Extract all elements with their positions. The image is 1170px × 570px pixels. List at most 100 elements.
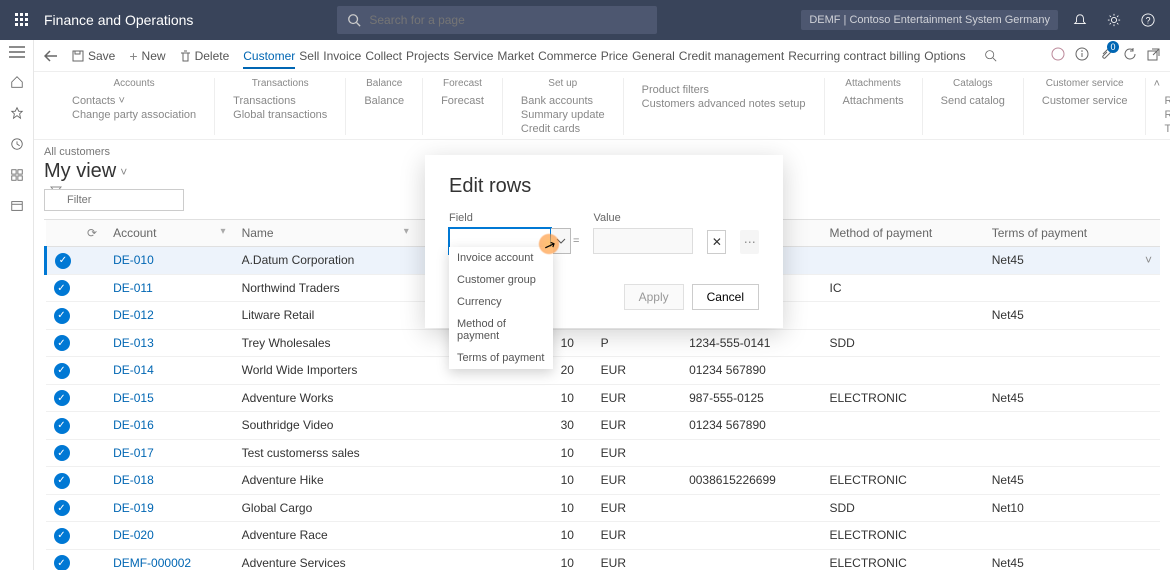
account-link[interactable]: DE-012	[113, 308, 154, 322]
workspaces-icon[interactable]	[10, 199, 24, 216]
tab-market[interactable]: Market	[497, 49, 534, 63]
account-link[interactable]: DE-011	[113, 281, 153, 295]
back-button[interactable]	[44, 50, 58, 62]
column-header[interactable]	[46, 220, 80, 247]
search-commands-icon[interactable]	[984, 49, 997, 62]
ribbon-item[interactable]: Customers advanced notes setup	[642, 98, 806, 110]
account-link[interactable]: DE-013	[113, 336, 154, 350]
ribbon-item[interactable]: Bank accounts	[521, 95, 605, 107]
dropdown-option[interactable]: Terms of payment	[449, 347, 553, 369]
row-select-checkbox[interactable]: ✓	[54, 280, 70, 296]
ribbon-item[interactable]: Contacts ˅	[72, 95, 196, 107]
refresh-column-icon[interactable]: ⟳	[87, 226, 97, 240]
table-row[interactable]: ✓DE-018Adventure Hike10EUR0038615226699E…	[46, 467, 1161, 495]
dropdown-option[interactable]: Customer group	[449, 269, 553, 291]
row-select-checkbox[interactable]: ✓	[54, 390, 70, 406]
tab-recurring-contract-billing[interactable]: Recurring contract billing	[788, 49, 920, 63]
ribbon-item[interactable]: Summary update	[521, 109, 605, 121]
table-row[interactable]: ✓DE-013Trey Wholesales10P1234-555-0141SD…	[46, 329, 1161, 357]
table-row[interactable]: ✓DE-014World Wide Importers20EUR01234 56…	[46, 357, 1161, 385]
column-header[interactable]: Name▾	[234, 220, 417, 247]
save-button[interactable]: Save	[72, 49, 115, 63]
table-row[interactable]: ✓DE-015Adventure Works10EUR987-555-0125E…	[46, 384, 1161, 412]
row-select-checkbox[interactable]: ✓	[54, 528, 70, 544]
ribbon-item[interactable]: Balance	[364, 95, 404, 107]
ribbon-item[interactable]: Registration ID search	[1164, 109, 1170, 121]
column-header[interactable]: ⟳	[79, 220, 105, 247]
ribbon-item[interactable]: Transactions	[233, 95, 327, 107]
dropdown-option[interactable]: Method of payment	[449, 313, 553, 347]
column-header[interactable]: Method of payment	[821, 220, 983, 247]
account-link[interactable]: DE-014	[113, 363, 154, 377]
recent-icon[interactable]	[10, 137, 24, 154]
ribbon-item[interactable]: Global transactions	[233, 109, 327, 121]
delete-button[interactable]: Delete	[180, 49, 230, 63]
more-options-button[interactable]: ⋯	[740, 230, 759, 254]
column-header[interactable]: Terms of payment	[984, 220, 1136, 247]
table-row[interactable]: ✓DE-016Southridge Video30EUR01234 567890	[46, 412, 1161, 440]
favorite-icon[interactable]	[10, 106, 24, 123]
row-select-checkbox[interactable]: ✓	[54, 308, 70, 324]
settings-icon[interactable]	[1102, 13, 1126, 27]
dropdown-option[interactable]: Currency	[449, 291, 553, 313]
tab-general[interactable]: General	[632, 49, 675, 63]
column-header[interactable]	[1136, 220, 1160, 247]
tab-collect[interactable]: Collect	[365, 49, 402, 63]
row-select-checkbox[interactable]: ✓	[54, 473, 70, 489]
popout-icon[interactable]	[1147, 48, 1160, 64]
value-input[interactable]	[593, 228, 693, 254]
row-select-checkbox[interactable]: ✓	[54, 418, 70, 434]
account-link[interactable]: DEMF-000002	[113, 556, 191, 570]
hamburger-icon[interactable]	[9, 46, 25, 61]
ribbon-item[interactable]: Registration IDs	[1164, 95, 1170, 107]
collapse-ribbon-icon[interactable]: ˄	[1154, 78, 1160, 90]
tab-invoice[interactable]: Invoice	[323, 49, 361, 63]
refresh-icon[interactable]	[1123, 47, 1137, 64]
ribbon-item[interactable]: Customer service	[1042, 95, 1128, 107]
global-search[interactable]	[337, 6, 657, 34]
table-row[interactable]: ✓DE-019Global Cargo10EURSDDNet10	[46, 494, 1161, 522]
account-link[interactable]: DE-015	[113, 391, 154, 405]
column-header[interactable]: Account▾	[105, 220, 234, 247]
tab-projects[interactable]: Projects	[406, 49, 449, 63]
home-icon[interactable]	[10, 75, 24, 92]
global-search-input[interactable]	[369, 13, 647, 27]
ribbon-item[interactable]: Credit cards	[521, 123, 605, 135]
remove-row-button[interactable]: ✕	[707, 230, 726, 254]
info-icon[interactable]	[1075, 47, 1089, 64]
tab-service[interactable]: Service	[453, 49, 493, 63]
new-button[interactable]: +New	[129, 48, 165, 64]
dropdown-option[interactable]: Invoice account	[449, 247, 553, 269]
filter-column-icon[interactable]: ▾	[404, 226, 409, 237]
tab-options[interactable]: Options	[924, 49, 965, 63]
account-link[interactable]: DE-018	[113, 473, 154, 487]
field-dropdown-button[interactable]	[551, 228, 571, 254]
ribbon-item[interactable]: Send catalog	[941, 95, 1005, 107]
tab-commerce[interactable]: Commerce	[538, 49, 597, 63]
tab-sell[interactable]: Sell	[299, 49, 319, 63]
account-link[interactable]: DE-017	[113, 446, 154, 460]
table-row[interactable]: ✓DE-020Adventure Race10EURELECTRONIC	[46, 522, 1161, 550]
account-link[interactable]: DE-019	[113, 501, 154, 515]
account-link[interactable]: DE-010	[113, 253, 154, 267]
tab-credit-management[interactable]: Credit management	[679, 49, 784, 63]
row-select-checkbox[interactable]: ✓	[54, 335, 70, 351]
account-link[interactable]: DE-016	[113, 418, 154, 432]
chevron-down-icon[interactable]: ˅	[1145, 253, 1152, 267]
filter-input[interactable]	[44, 189, 184, 211]
row-select-checkbox[interactable]: ✓	[55, 253, 71, 269]
modules-icon[interactable]	[10, 168, 24, 185]
row-select-checkbox[interactable]: ✓	[54, 500, 70, 516]
row-select-checkbox[interactable]: ✓	[54, 363, 70, 379]
account-link[interactable]: DE-020	[113, 528, 154, 542]
help-icon[interactable]: ?	[1136, 13, 1160, 27]
notifications-icon[interactable]	[1068, 13, 1092, 27]
tab-customer[interactable]: Customer	[243, 49, 295, 69]
filter-column-icon[interactable]: ▾	[221, 226, 226, 237]
ribbon-item[interactable]: Change party association	[72, 109, 196, 121]
cancel-button[interactable]: Cancel	[692, 284, 759, 310]
row-select-checkbox[interactable]: ✓	[54, 555, 70, 570]
ribbon-item[interactable]: Tax exempt number search	[1164, 123, 1170, 135]
app-launcher-icon[interactable]	[10, 13, 34, 27]
attachments-count-icon[interactable]	[1099, 47, 1113, 64]
